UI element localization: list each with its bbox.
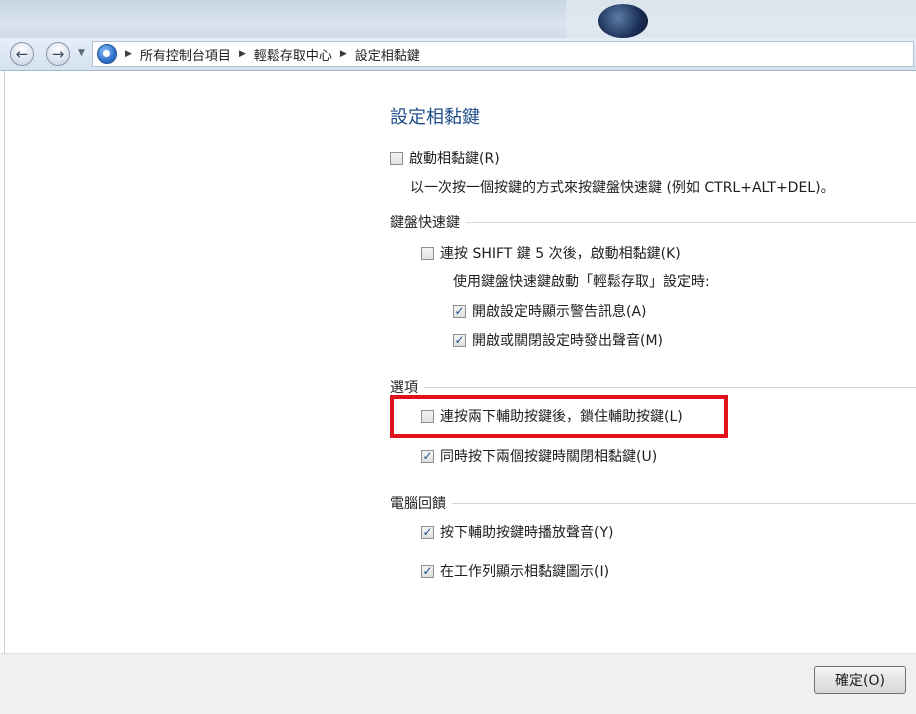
back-button[interactable]: ← <box>10 42 34 66</box>
feedback-section-heading: 電腦回饋 <box>390 493 916 513</box>
back-arrow-icon: ← <box>15 44 29 63</box>
checkbox-box[interactable]: ✓ <box>421 525 434 539</box>
keyboard-shortcut-section-heading: 鍵盤快速鍵 <box>390 212 916 232</box>
enable-sticky-keys-description: 以一次按一個按鍵的方式來按鍵盤快速鍵 (例如 CTRL+ALT+DEL)。 <box>410 180 835 196</box>
navigation-bar: ← → ▼ ▶ 所有控制台項目 ▶ 輕鬆存取中心 ▶ 設定相黏鍵 <box>0 38 916 71</box>
chevron-right-icon[interactable]: ▶ <box>239 49 246 59</box>
chevron-right-icon[interactable]: ▶ <box>340 49 347 59</box>
taskbar-icon-label[interactable]: 在工作列顯示相黏鍵圖示(I) <box>440 561 609 581</box>
checkbox-box[interactable] <box>390 151 403 165</box>
ok-button[interactable]: 確定(O) <box>814 666 906 694</box>
taskbar-icon-checkbox[interactable]: ✓ 在工作列顯示相黏鍵圖示(I) <box>421 561 609 581</box>
make-sound-label[interactable]: 開啟或關閉設定時發出聲音(M) <box>472 330 663 350</box>
checkmark-icon: ✓ <box>422 525 433 539</box>
checkmark-icon: ✓ <box>454 304 465 318</box>
shift5-shortcut-label[interactable]: 連按 SHIFT 鍵 5 次後，啟動相黏鍵(K) <box>440 243 681 263</box>
divider <box>452 502 916 504</box>
play-sound-checkbox[interactable]: ✓ 按下輔助按鍵時播放聲音(Y) <box>421 522 613 542</box>
breadcrumb-item[interactable]: 設定相黏鍵 <box>355 45 420 64</box>
enable-sticky-keys-checkbox[interactable]: 啟動相黏鍵(R) <box>390 148 500 168</box>
options-section-heading: 選項 <box>390 377 916 397</box>
show-warning-label[interactable]: 開啟設定時顯示警告訊息(A) <box>472 301 647 321</box>
divider <box>466 221 916 223</box>
enable-sticky-keys-label[interactable]: 啟動相黏鍵(R) <box>409 148 500 168</box>
show-warning-checkbox[interactable]: ✓ 開啟設定時顯示警告訊息(A) <box>453 301 647 321</box>
turn-off-sticky-keys-label[interactable]: 同時按下兩個按鍵時關閉相黏鍵(U) <box>440 446 657 466</box>
checkbox-box[interactable]: ✓ <box>421 564 434 578</box>
section-heading-label: 電腦回饋 <box>390 496 446 512</box>
dialog-footer <box>0 653 916 714</box>
avatar <box>598 4 648 38</box>
checkbox-box[interactable] <box>421 246 434 260</box>
forward-arrow-icon: → <box>51 44 65 63</box>
checkbox-box[interactable]: ✓ <box>453 333 466 347</box>
forward-button[interactable]: → <box>46 42 70 66</box>
section-heading-label: 鍵盤快速鍵 <box>390 215 460 231</box>
divider <box>424 386 916 388</box>
background-window-strip <box>0 0 916 40</box>
checkbox-box[interactable]: ✓ <box>421 449 434 463</box>
address-bar[interactable]: ▶ 所有控制台項目 ▶ 輕鬆存取中心 ▶ 設定相黏鍵 <box>92 41 914 67</box>
ok-button-label[interactable]: 確定(O) <box>835 670 885 690</box>
shortcut-sub-description: 使用鍵盤快速鍵啟動「輕鬆存取」設定時: <box>453 274 710 290</box>
play-sound-label[interactable]: 按下輔助按鍵時播放聲音(Y) <box>440 522 613 542</box>
breadcrumb-item[interactable]: 所有控制台項目 <box>140 45 231 64</box>
make-sound-checkbox[interactable]: ✓ 開啟或關閉設定時發出聲音(M) <box>453 330 663 350</box>
recent-pages-dropdown[interactable]: ▼ <box>78 48 88 60</box>
checkmark-icon: ✓ <box>422 449 433 463</box>
shift5-shortcut-checkbox[interactable]: 連按 SHIFT 鍵 5 次後，啟動相黏鍵(K) <box>421 243 681 263</box>
highlight-box <box>390 395 728 438</box>
page-title: 設定相黏鍵 <box>390 107 480 128</box>
breadcrumb-item[interactable]: 輕鬆存取中心 <box>254 45 332 64</box>
checkmark-icon: ✓ <box>422 564 433 578</box>
section-heading-label: 選項 <box>390 380 418 396</box>
chevron-down-icon: ▼ <box>78 48 85 58</box>
control-panel-icon <box>97 44 117 64</box>
checkmark-icon: ✓ <box>454 333 465 347</box>
chevron-right-icon: ▶ <box>125 49 132 59</box>
turn-off-sticky-keys-checkbox[interactable]: ✓ 同時按下兩個按鍵時關閉相黏鍵(U) <box>421 446 657 466</box>
checkbox-box[interactable]: ✓ <box>453 304 466 318</box>
